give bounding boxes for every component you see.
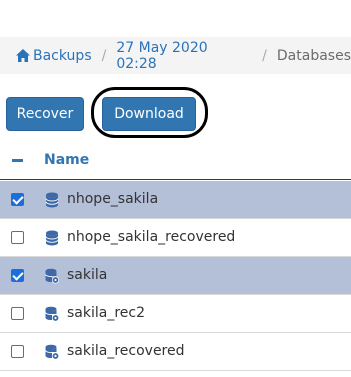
database-list: nhope_sakila nhope_sakila_recoveredsakila… (0, 181, 351, 371)
table-row[interactable]: sakila_rec2 (0, 295, 351, 333)
row-checkbox[interactable] (11, 307, 24, 320)
breadcrumb-backups-label: Backups (33, 47, 92, 64)
table-header: Name (0, 142, 351, 180)
highlight-annotation (91, 87, 208, 138)
database-name: nhope_sakila_recovered (67, 229, 236, 245)
home-icon (16, 49, 30, 62)
table-row[interactable]: nhope_sakila_recovered (0, 219, 351, 257)
table-row[interactable]: nhope_sakila (0, 181, 351, 219)
database-name: sakila_rec2 (67, 305, 146, 321)
breadcrumb-separator: / (101, 47, 107, 64)
row-checkbox[interactable] (11, 269, 24, 282)
database-name: sakila_recovered (67, 343, 185, 359)
database-name: sakila (67, 267, 108, 283)
breadcrumb-separator: / (262, 47, 267, 64)
breadcrumb: Backups / 27 May 2020 02:28 / Databases (0, 37, 351, 74)
row-checkbox[interactable] (11, 193, 24, 206)
database-icon (45, 192, 59, 208)
recover-button[interactable]: Recover (6, 97, 84, 131)
row-checkbox[interactable] (11, 345, 24, 358)
database-name: nhope_sakila (67, 191, 159, 207)
table-row[interactable]: sakila_recovered (0, 333, 351, 371)
database-settings-icon (45, 344, 60, 360)
table-row[interactable]: sakila (0, 257, 351, 295)
breadcrumb-date-link[interactable]: 27 May 2020 02:28 (116, 40, 252, 72)
database-settings-icon (45, 306, 60, 322)
select-all-toggle[interactable] (12, 159, 23, 162)
breadcrumb-current: Databases (276, 47, 351, 64)
row-checkbox[interactable] (11, 231, 24, 244)
database-settings-icon (45, 268, 60, 284)
breadcrumb-backups-link[interactable]: Backups (16, 48, 92, 64)
name-column-header[interactable]: Name (44, 152, 89, 168)
database-icon (45, 230, 59, 246)
